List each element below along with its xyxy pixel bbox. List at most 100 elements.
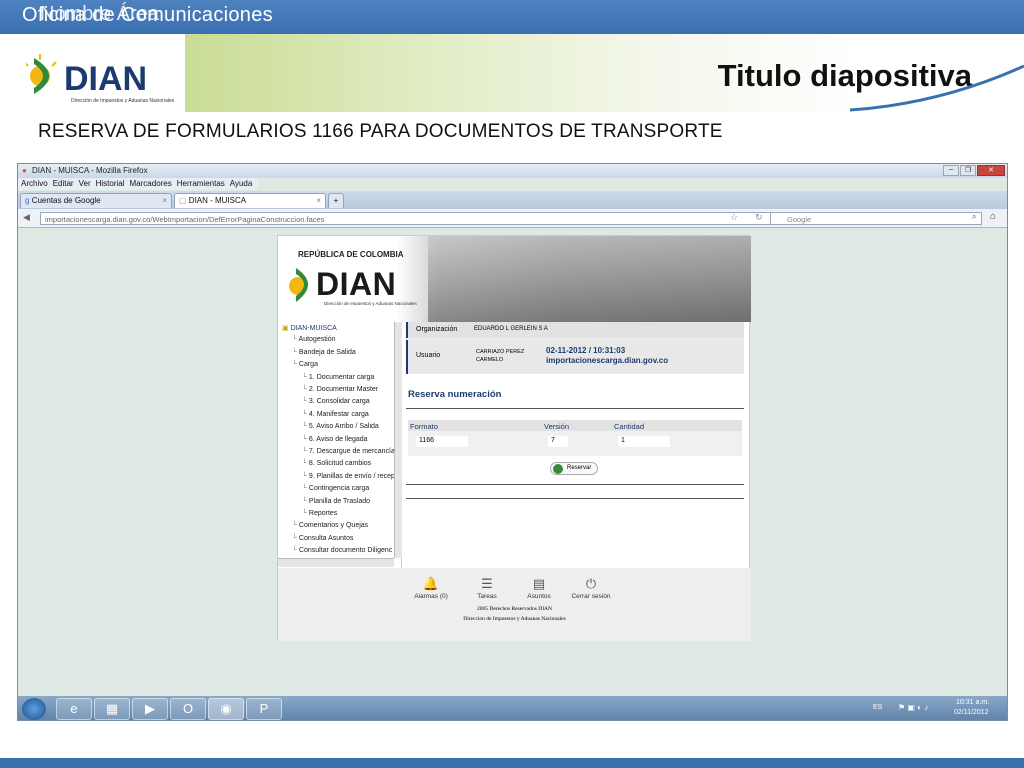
tree-item-label: 2. Documentar Master: [308, 386, 379, 393]
tree-branch-icon: └: [292, 522, 299, 530]
reload-icon[interactable]: ↻: [755, 212, 763, 223]
tree-item[interactable]: └ 1. Documentar carga: [302, 374, 374, 381]
footer-link-asuntos[interactable]: Asuntos: [509, 593, 569, 600]
user-info-panel: Organización EDUARDO L GERLEIN S A Usuar…: [406, 322, 744, 374]
tray-icons[interactable]: ⚑ ▣ ◐ ♪: [898, 703, 928, 712]
close-window-button[interactable]: ✕: [977, 165, 1005, 176]
home-icon[interactable]: ⌂: [990, 211, 996, 222]
blue-swoosh-line: [850, 64, 1024, 112]
reservar-button[interactable]: Reservar: [550, 462, 598, 475]
copyright-line-1: 2005 Derechos Reservados DIAN: [477, 606, 552, 612]
logout-icon[interactable]: ⏻: [566, 576, 616, 592]
tree-item[interactable]: └ Contingencia carga: [302, 485, 369, 492]
windows-taskbar: e ▦ ▶ O ◉ P ES ⚑ ▣ ◐ ♪ 10:31 a.m. 02/11/…: [18, 696, 1007, 720]
tree-item[interactable]: └ 3. Consolidar carga: [302, 398, 370, 405]
tree-item[interactable]: └ Comentarios y Quejas: [292, 522, 368, 529]
folder-icon: ▣: [282, 325, 291, 332]
media-player-icon[interactable]: ▶: [132, 698, 168, 720]
start-button[interactable]: [22, 698, 46, 720]
tasks-icon[interactable]: ☰: [462, 576, 512, 592]
tree-item-label: Consulta Asuntos: [298, 534, 354, 542]
tree-item-label: Carga: [298, 361, 318, 369]
tree-branch-icon: └: [302, 410, 309, 418]
close-tab-icon[interactable]: ×: [162, 196, 167, 205]
url-input[interactable]: importacionescarga.dian.gov.co/WebImport…: [40, 212, 785, 225]
tree-branch-icon: └: [292, 361, 299, 369]
tree-item[interactable]: └ Planilla de Traslado: [302, 498, 370, 505]
tree-item[interactable]: └ 4. Manifestar carga: [302, 411, 369, 418]
tree-item[interactable]: └ 6. Aviso de llegada: [302, 436, 368, 443]
footer-link-alarmas[interactable]: Alarmas (0): [401, 593, 461, 600]
close-tab-icon[interactable]: ×: [316, 196, 321, 205]
language-indicator[interactable]: ES: [873, 704, 882, 711]
tree-hscrollbar[interactable]: [278, 558, 394, 567]
tree-item[interactable]: └ Consultar documento Diligenc: [292, 547, 392, 554]
col-cantidad: Cantidad: [614, 422, 645, 431]
tab-google-accounts[interactable]: g Cuentas de Google ×: [20, 193, 172, 208]
folder-icon[interactable]: ▤: [514, 576, 564, 592]
reserve-table: Formato Versión Cantidad 1166 7 1: [408, 420, 742, 456]
tree-item[interactable]: ▣ DIAN-MUISCA: [282, 324, 337, 332]
new-tab-button[interactable]: +: [328, 193, 344, 208]
tree-item[interactable]: └ Autogestión: [292, 336, 336, 343]
tree-item[interactable]: └ Reportes: [302, 510, 337, 517]
tree-item[interactable]: └ Bandeja de Salida: [292, 349, 356, 356]
search-input[interactable]: Google: [770, 212, 982, 225]
outlook-icon[interactable]: O: [170, 698, 206, 720]
menu-item-ver[interactable]: Ver: [79, 179, 91, 188]
org-label: Organización: [416, 326, 458, 333]
tree-item[interactable]: └ 8. Solicitud cambios: [302, 460, 371, 467]
tab-label: Cuentas de Google: [31, 196, 101, 205]
col-version: Versión: [544, 422, 570, 431]
menu-item-historial[interactable]: Historial: [96, 179, 125, 188]
menu-item-archivo[interactable]: Archivo: [21, 179, 48, 188]
menu-item-marcadores[interactable]: Marcadores: [130, 179, 172, 188]
formato-field[interactable]: 1166: [416, 436, 468, 447]
tree-branch-icon: └: [302, 472, 309, 480]
page-footer: 🔔 ☰ ▤ ⏻ Alarmas (0) Tareas Asuntos Cerra…: [278, 568, 751, 641]
footer-link-tareas[interactable]: Tareas: [457, 593, 517, 600]
maximize-button[interactable]: ❐: [960, 165, 976, 176]
tree-scrollbar[interactable]: [394, 322, 402, 558]
alarm-bell-icon[interactable]: 🔔: [406, 576, 456, 592]
session-datetime: 02-11-2012 / 10:31:03: [546, 346, 626, 355]
tree-item-label: Comentarios y Quejas: [298, 522, 369, 530]
muisca-page: REPÚBLICA DE COLOMBIA DIAN Dirección de …: [277, 235, 751, 641]
firefox-taskbar-icon[interactable]: ◉: [208, 698, 244, 720]
google-icon: g: [25, 196, 30, 205]
tab-dian-muisca[interactable]: ▢ DIAN - MUISCA ×: [174, 193, 326, 208]
tree-item[interactable]: └ 7. Descargue de mercancía: [302, 448, 395, 455]
tree-item-label: 3. Consolidar carga: [308, 398, 370, 406]
cantidad-field[interactable]: 1: [618, 436, 670, 447]
tree-branch-icon: └: [302, 398, 309, 406]
tree-branch-icon: └: [302, 448, 309, 455]
tree-branch-icon: └: [302, 435, 309, 443]
tree-item-label: 6. Aviso de llegada: [308, 435, 368, 443]
tree-item-label: Reportes: [308, 510, 338, 517]
version-field[interactable]: 7: [548, 436, 568, 447]
tree-item[interactable]: └ 2. Documentar Master: [302, 386, 378, 393]
section-title: Reserva numeración: [408, 389, 502, 400]
org-value: EDUARDO L GERLEIN S A: [474, 326, 548, 332]
menu-item-herramientas[interactable]: Herramientas: [177, 179, 225, 188]
tree-item[interactable]: └ 9. Planillas de envío / recep: [302, 473, 395, 480]
minimize-button[interactable]: –: [943, 165, 959, 176]
tree-item[interactable]: └ 5. Aviso Arribo / Salida: [302, 423, 379, 430]
ie-icon[interactable]: e: [56, 698, 92, 720]
explorer-folder-icon[interactable]: ▦: [94, 698, 130, 720]
footer-link-cerrar[interactable]: Cerrar sesión: [561, 593, 621, 600]
tree-item[interactable]: └ Consulta Asuntos: [292, 535, 353, 542]
menu-item-editar[interactable]: Editar: [53, 179, 74, 188]
powerpoint-icon[interactable]: P: [246, 698, 282, 720]
tree-branch-icon: └: [292, 348, 299, 356]
plaza-photo: [428, 236, 751, 322]
session-host: importacionescarga.dian.gov.co: [546, 356, 669, 365]
back-icon[interactable]: ◀: [23, 212, 30, 223]
tree-branch-icon: └: [292, 534, 299, 542]
bookmark-star-icon[interactable]: ☆: [730, 212, 738, 223]
menu-item-ayuda[interactable]: Ayuda: [230, 179, 253, 188]
search-icon[interactable]: ⌕: [972, 212, 976, 222]
tree-branch-icon: └: [292, 547, 299, 555]
tree-item[interactable]: └ Carga: [292, 361, 318, 368]
slide-top-bar: Oficina de Comunicaciones Nombre Área: [0, 0, 1024, 34]
